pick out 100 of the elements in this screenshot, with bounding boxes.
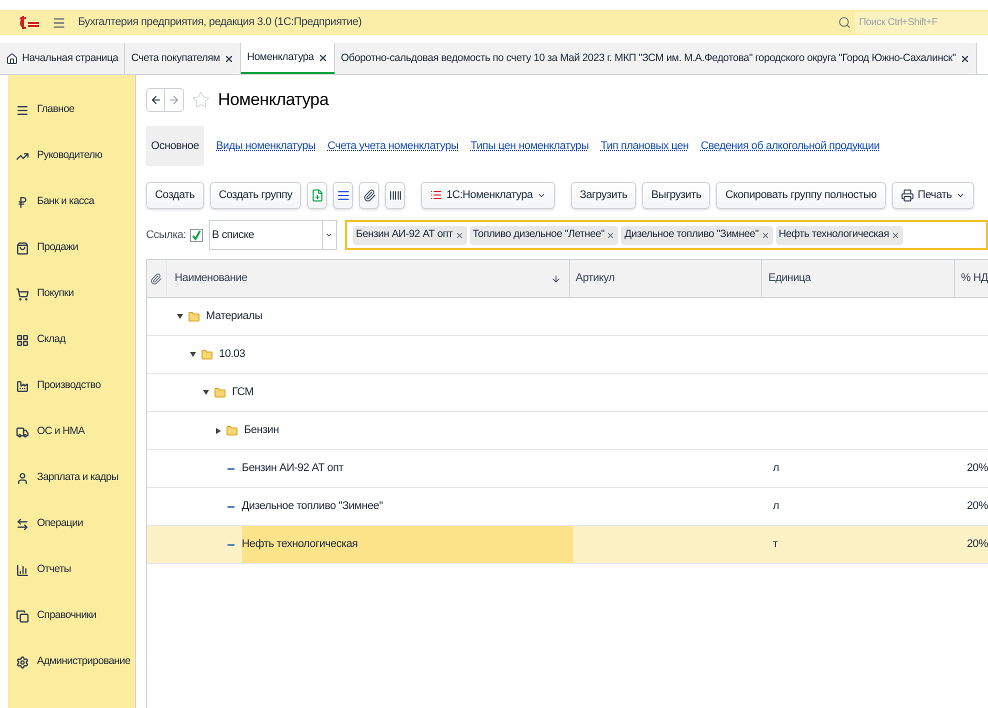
table-cell-text: 10.03 — [219, 347, 246, 362]
page-title: Номенклатура — [218, 89, 328, 112]
toolbar-icon-button[interactable] — [333, 182, 354, 208]
nav-link[interactable]: Счета учета номенклатуры — [328, 138, 459, 154]
folder-icon — [226, 424, 238, 436]
table-cell-text: 20% — [966, 537, 988, 552]
nav-link[interactable]: Тип плановых цен — [600, 138, 689, 154]
filter-checkbox[interactable] — [190, 228, 203, 242]
remove-icon[interactable] — [760, 230, 770, 240]
tab[interactable]: Оборотно-сальдовая ведомость по счету 10 за Май 2023 г. МКП "ЗСМ им. М.А.Федотова" городского округа "Город Южно-Сахалинск" — [334, 43, 977, 74]
ruble-icon — [16, 196, 29, 208]
toolbar-icon-button[interactable] — [359, 182, 380, 208]
search-icon — [838, 16, 851, 29]
barcode-icon — [388, 188, 402, 202]
table-cell-text: Материалы — [206, 309, 262, 324]
person-icon — [16, 472, 29, 484]
list-icon — [336, 188, 350, 202]
expanded-caret-icon[interactable] — [177, 314, 183, 319]
star-icon[interactable] — [192, 91, 210, 109]
sidebar-item[interactable]: Покупки — [8, 271, 135, 317]
folder-icon — [188, 310, 200, 322]
tab[interactable]: Номенклатура — [240, 43, 335, 74]
nav-link[interactable]: Виды номенклатуры — [216, 138, 316, 154]
column-header[interactable]: Артикул — [570, 260, 762, 297]
filter-chip[interactable]: Нефть технологическая — [776, 226, 903, 244]
paperclip-icon — [362, 188, 376, 202]
settings-icon — [16, 656, 29, 668]
filter-chip[interactable]: Бензин АИ-92 АТ опт — [352, 226, 467, 244]
home-icon — [6, 52, 18, 64]
sidebar-item[interactable]: Банк и касса — [8, 179, 135, 225]
toolbar-button[interactable]: Создать группу — [210, 182, 302, 208]
print-button[interactable]: Печать — [892, 182, 974, 208]
column-header[interactable]: % НД — [954, 260, 988, 297]
sort-arrow-icon — [550, 274, 561, 284]
sidebar-item[interactable]: Главное — [8, 87, 135, 133]
nav-link[interactable]: Сведения об алкогольной продукции — [700, 138, 880, 154]
logo-icon — [18, 16, 40, 30]
filter-chip[interactable]: Топливо дизельное "Летнее" — [470, 226, 618, 244]
nav-link[interactable]: Типы цен номенклатуры — [470, 138, 589, 154]
table-cell-text: 20% — [966, 499, 988, 514]
sidebar-item[interactable]: Склад — [8, 317, 135, 363]
back-arrow-icon — [150, 94, 162, 106]
close-icon[interactable] — [224, 54, 234, 64]
remove-icon[interactable] — [606, 230, 616, 240]
window-title: Бухгалтерия предприятия, редакция 3.0 (1С:Предприятие) — [78, 15, 362, 30]
close-icon[interactable] — [960, 54, 970, 64]
table-cell-text: 20% — [966, 461, 988, 476]
sidebar-item[interactable]: Зарплата и кадры — [8, 455, 135, 501]
add-document-icon — [310, 188, 324, 202]
folder-icon — [214, 386, 226, 398]
column-header[interactable]: Единица — [762, 260, 955, 297]
remove-icon[interactable] — [890, 230, 900, 240]
column-header[interactable]: Наименование — [166, 260, 570, 297]
expanded-caret-icon[interactable] — [203, 390, 209, 395]
table-cell-text: л — [772, 499, 779, 514]
collapsed-caret-icon[interactable] — [216, 428, 221, 434]
remove-icon[interactable] — [454, 230, 464, 240]
table-cell-text: Бензин — [244, 423, 279, 438]
toolbar-button[interactable]: Загрузить — [570, 182, 636, 208]
close-icon[interactable] — [318, 52, 328, 62]
sidebar-item[interactable]: Справочники — [8, 593, 135, 639]
expanded-caret-icon[interactable] — [190, 352, 196, 357]
sidebar-item[interactable]: Операции — [8, 501, 135, 547]
sidebar-item[interactable]: ОС и НМА — [8, 409, 135, 455]
table-cell-text: Бензин АИ-92 АТ опт — [242, 461, 344, 476]
toolbar-button[interactable]: Скопировать группу полностью — [716, 182, 886, 208]
pages-icon — [16, 610, 29, 622]
sidebar-item[interactable]: Продажи — [8, 225, 135, 271]
tab[interactable]: Счета покупателям — [125, 43, 241, 74]
caret-icon — [325, 231, 334, 239]
forward-arrow-icon — [168, 94, 180, 106]
tab[interactable]: Начальная страница — [0, 43, 126, 74]
factory-icon — [16, 380, 29, 392]
grid-icon — [16, 334, 29, 346]
sidebar-item[interactable]: Отчеты — [8, 547, 135, 593]
menu-icon[interactable] — [52, 16, 66, 30]
toolbar-icon-button[interactable] — [385, 182, 406, 208]
menu-icon — [16, 104, 29, 116]
menu-button[interactable]: 1С:Номенклатура — [421, 182, 555, 208]
nav-link[interactable]: Основное — [146, 126, 204, 166]
sidebar-item[interactable]: Администрирование — [8, 639, 135, 685]
filter-values-field[interactable]: Бензин АИ-92 АТ опт Топливо дизельное "Летнее" Дизельное топливо "Зимнее" Нефть технологическая — [344, 220, 988, 250]
table-cell: Нефть технологическая — [242, 526, 573, 563]
truck-icon — [16, 426, 29, 438]
toolbar-button[interactable]: Создать — [146, 182, 204, 208]
table-cell-text: т — [772, 537, 778, 552]
filter-chip[interactable]: Дизельное топливо "Зимнее" — [621, 226, 773, 244]
cart-icon — [16, 288, 29, 300]
table-cell-text: ГСМ — [232, 385, 254, 400]
search-field[interactable]: Поиск Ctrl+Shift+F — [855, 12, 988, 34]
arrows-icon — [16, 518, 29, 530]
mode-dropdown[interactable]: В списке — [208, 220, 337, 250]
toolbar-button[interactable]: Выгрузить — [642, 182, 710, 208]
sidebar-item[interactable]: Производство — [8, 363, 135, 409]
table-row[interactable]: Нефть технологическая т 20% — [147, 526, 988, 564]
filter-label: Ссылка: — [146, 228, 186, 243]
folder-icon — [201, 348, 213, 360]
table-cell-text: л — [772, 461, 779, 476]
sidebar-item[interactable]: Руководителю — [8, 133, 135, 179]
bar-chart-icon — [16, 564, 29, 576]
